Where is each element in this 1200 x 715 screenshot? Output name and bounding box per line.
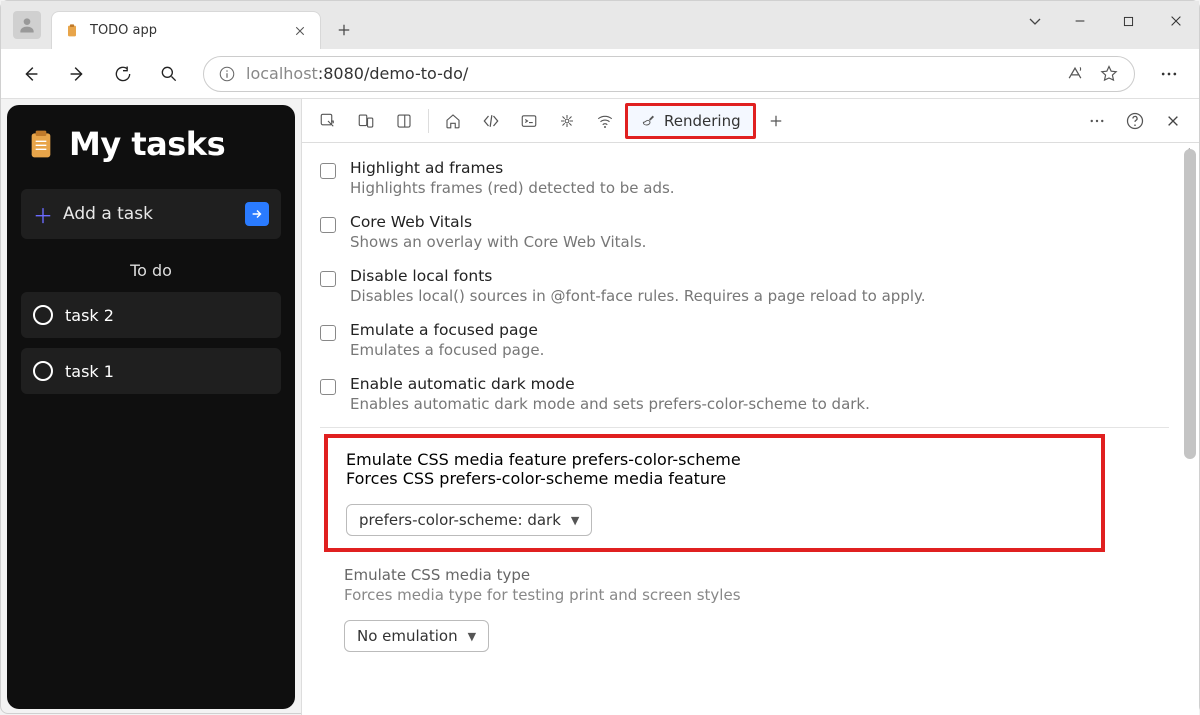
forward-button[interactable] [57,54,97,94]
chevron-down-icon: ▼ [468,630,476,643]
task-label: task 1 [65,362,114,381]
section-heading: To do [21,261,281,280]
clipboard-icon [64,23,80,39]
option-desc: Disables local() sources in @font-face r… [350,287,926,305]
select-value: prefers-color-scheme: dark [359,511,561,529]
rendering-tab-label: Rendering [664,112,741,130]
task-checkbox[interactable] [33,305,53,325]
option-desc: Shows an overlay with Core Web Vitals. [350,233,646,251]
url-text: localhost:8080/demo-to-do/ [246,64,468,83]
option-emulate-focused-page: Emulate a focused page Emulates a focuse… [320,313,1199,367]
emulate-desc: Forces media type for testing print and … [344,586,1179,604]
network-tab-icon[interactable] [587,103,623,139]
devtools-tabbar: Rendering [302,99,1199,143]
checkbox[interactable] [320,379,336,395]
devtools-close-button[interactable] [1155,103,1191,139]
toolbar: localhost:8080/demo-to-do/ [1,49,1199,99]
site-info-icon[interactable] [218,65,236,83]
refresh-button[interactable] [103,54,143,94]
task-checkbox[interactable] [33,361,53,381]
emulate-color-scheme-section: Emulate CSS media feature prefers-color-… [324,434,1105,552]
add-task-label: Add a task [63,204,235,224]
new-tab-button[interactable] [327,13,361,47]
checkbox[interactable] [320,271,336,287]
welcome-tab-icon[interactable] [435,103,471,139]
option-highlight-ad-frames: Highlight ad frames Highlights frames (r… [320,151,1199,205]
select-value: No emulation [357,627,458,645]
search-button[interactable] [149,54,189,94]
task-label: task 2 [65,306,114,325]
help-icon[interactable] [1117,103,1153,139]
option-desc: Highlights frames (red) detected to be a… [350,179,675,197]
profile-avatar[interactable] [13,11,41,39]
close-window-button[interactable] [1153,5,1199,37]
option-title: Emulate a focused page [350,321,544,339]
add-task-input[interactable]: ＋ Add a task [21,189,281,239]
plus-icon: ＋ [33,200,53,229]
titlebar: TODO app [1,1,1199,49]
app-header: My tasks [21,125,281,163]
window-controls [1015,1,1199,41]
color-scheme-select[interactable]: prefers-color-scheme: dark ▼ [346,504,592,536]
dock-side-icon[interactable] [386,103,422,139]
devtools-more-icon[interactable] [1079,103,1115,139]
rendering-tab[interactable]: Rendering [625,103,756,139]
emulate-title: Emulate CSS media feature prefers-color-… [346,450,741,469]
app-title: My tasks [69,125,225,163]
option-auto-dark-mode: Enable automatic dark mode Enables autom… [320,367,1199,421]
devtools-pane: Rendering Highlight a [301,99,1199,715]
submit-task-button[interactable] [245,202,269,226]
option-core-web-vitals: Core Web Vitals Shows an overlay with Co… [320,205,1199,259]
tab-overflow-button[interactable] [1015,5,1055,37]
todo-app: My tasks ＋ Add a task To do task 2 task … [7,105,295,709]
task-item[interactable]: task 2 [21,292,281,338]
maximize-button[interactable] [1105,5,1151,37]
settings-more-button[interactable] [1149,54,1189,94]
sources-tab-icon[interactable] [549,103,585,139]
option-title: Enable automatic dark mode [350,375,870,393]
emulate-desc: Forces CSS prefers-color-scheme media fe… [346,469,741,488]
page-pane: My tasks ＋ Add a task To do task 2 task … [1,99,301,715]
inspect-icon[interactable] [310,103,346,139]
scrollbar[interactable]: ▲ [1183,149,1197,709]
back-button[interactable] [11,54,51,94]
clipboard-icon [25,125,57,163]
elements-tab-icon[interactable] [473,103,509,139]
checkbox[interactable] [320,163,336,179]
console-tab-icon[interactable] [511,103,547,139]
address-bar[interactable]: localhost:8080/demo-to-do/ [203,56,1135,92]
more-tabs-button[interactable] [758,103,794,139]
minimize-button[interactable] [1057,5,1103,37]
option-title: Highlight ad frames [350,159,675,177]
main-split: My tasks ＋ Add a task To do task 2 task … [1,99,1199,715]
read-aloud-icon[interactable] [1064,63,1086,85]
option-title: Core Web Vitals [350,213,646,231]
tab-title: TODO app [90,23,282,38]
option-disable-local-fonts: Disable local fonts Disables local() sou… [320,259,1199,313]
chevron-down-icon: ▼ [571,514,579,527]
rendering-panel: Highlight ad frames Highlights frames (r… [302,143,1199,715]
scroll-thumb[interactable] [1184,149,1196,459]
close-tab-button[interactable] [292,23,308,39]
checkbox[interactable] [320,325,336,341]
favorite-icon[interactable] [1098,63,1120,85]
option-desc: Emulates a focused page. [350,341,544,359]
device-toggle-icon[interactable] [348,103,384,139]
checkbox[interactable] [320,217,336,233]
option-desc: Enables automatic dark mode and sets pre… [350,395,870,413]
task-item[interactable]: task 1 [21,348,281,394]
option-title: Disable local fonts [350,267,926,285]
browser-tab[interactable]: TODO app [51,11,321,49]
emulate-title: Emulate CSS media type [344,566,1179,584]
media-type-select[interactable]: No emulation ▼ [344,620,489,652]
brush-icon [640,113,656,129]
emulate-media-type-section: Emulate CSS media type Forces media type… [320,552,1199,666]
